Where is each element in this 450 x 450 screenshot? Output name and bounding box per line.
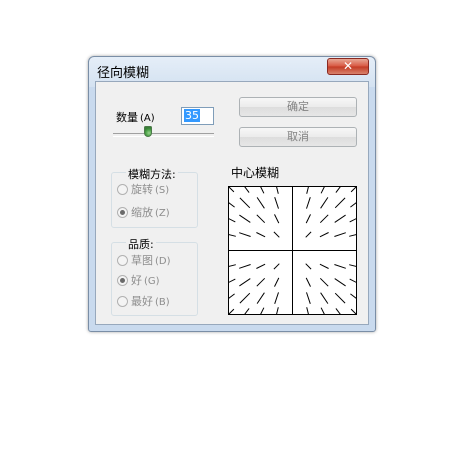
zoom-ray: [306, 180, 311, 194]
amount-value: 35: [184, 109, 200, 122]
amount-shortcut: (A): [140, 113, 155, 124]
zoom-ray: [256, 277, 266, 287]
radio-draft-button[interactable]: [117, 255, 128, 266]
zoom-ray: [239, 232, 251, 237]
zoom-ray: [306, 307, 311, 321]
ok-button[interactable]: 确定: [239, 97, 357, 117]
zoom-ray: [319, 263, 329, 269]
blur-method-group: 模糊方法: 旋转 (S) 缩放 (Z): [111, 166, 198, 228]
zoom-ray: [334, 214, 346, 223]
blur-center-preview[interactable]: [222, 180, 363, 321]
zoom-ray: [334, 197, 346, 209]
zoom-ray: [222, 278, 236, 286]
center-blur-label: 中心模糊: [231, 166, 280, 180]
zoom-ray: [320, 292, 329, 304]
zoom-ray: [274, 180, 279, 194]
zoom-ray: [305, 214, 311, 224]
amount-input[interactable]: 35: [181, 107, 214, 125]
zoom-ray: [256, 214, 266, 224]
amount-label-text: 数量: [116, 111, 138, 124]
zoom-ray: [222, 232, 236, 237]
quality-group: 品质: 草图 (D) 好 (G) 最好 (B): [111, 236, 198, 316]
zoom-ray: [274, 307, 279, 321]
zoom-ray: [256, 197, 265, 209]
zoom-ray: [334, 232, 346, 237]
zoom-ray: [305, 277, 311, 287]
zoom-ray: [239, 197, 251, 209]
zoom-ray: [334, 264, 346, 269]
amount-slider-track[interactable]: [113, 133, 214, 137]
zoom-ray: [239, 292, 251, 304]
zoom-ray: [349, 264, 363, 269]
zoom-ray: [223, 293, 235, 303]
close-button[interactable]: ✕: [327, 58, 369, 75]
radio-best-label: 最好 (B): [131, 295, 170, 308]
zoom-ray: [274, 292, 279, 304]
zoom-ray: [349, 278, 363, 286]
zoom-ray: [239, 264, 251, 269]
zoom-ray: [319, 214, 329, 224]
zoom-rays-graphic: [222, 180, 363, 321]
zoom-ray: [256, 232, 266, 238]
zoom-ray: [305, 231, 312, 238]
zoom-ray: [320, 180, 328, 194]
zoom-ray: [350, 308, 362, 320]
dialog-title: 径向模糊: [97, 66, 150, 81]
radio-good-label: 好 (G): [131, 274, 160, 287]
zoom-ray: [239, 214, 251, 223]
zoom-ray: [222, 215, 236, 223]
radio-best-button[interactable]: [117, 296, 128, 307]
zoom-ray: [273, 263, 280, 270]
zoom-ray: [335, 181, 345, 193]
zoom-ray: [334, 278, 346, 287]
zoom-ray: [273, 231, 280, 238]
radio-zoom-button[interactable]: [117, 207, 128, 218]
zoom-ray: [349, 232, 363, 237]
zoom-ray: [222, 264, 236, 269]
zoom-ray: [350, 293, 362, 303]
zoom-ray: [306, 292, 311, 304]
radio-good-button[interactable]: [117, 275, 128, 286]
amount-label: 数量 (A): [116, 109, 155, 125]
zoom-ray: [240, 308, 250, 320]
zoom-ray: [349, 215, 363, 223]
zoom-ray: [334, 292, 346, 304]
zoom-ray: [320, 197, 329, 209]
zoom-ray: [223, 198, 235, 208]
zoom-ray: [350, 198, 362, 208]
radio-draft-label: 草图 (D): [131, 254, 171, 267]
zoom-ray: [239, 278, 251, 287]
zoom-ray: [274, 277, 280, 287]
zoom-ray: [335, 308, 345, 320]
title-bar[interactable]: 径向模糊 ✕: [89, 57, 375, 82]
zoom-ray: [223, 308, 235, 320]
cancel-button[interactable]: 取消: [239, 127, 357, 147]
zoom-ray: [274, 197, 279, 209]
zoom-ray: [320, 307, 328, 321]
zoom-ray: [257, 180, 265, 194]
amount-slider-thumb[interactable]: [144, 126, 153, 137]
radio-spin-label: 旋转 (S): [131, 183, 170, 196]
radio-spin-button[interactable]: [117, 184, 128, 195]
zoom-ray: [306, 197, 311, 209]
zoom-ray: [350, 181, 362, 193]
zoom-ray: [256, 263, 266, 269]
radio-zoom-label: 缩放 (Z): [131, 206, 170, 219]
close-icon: ✕: [342, 59, 354, 73]
zoom-ray: [257, 307, 265, 321]
zoom-ray: [256, 292, 265, 304]
zoom-ray: [305, 263, 312, 270]
quality-title: 品质:: [126, 236, 156, 252]
blur-method-title: 模糊方法:: [126, 166, 178, 182]
zoom-ray: [319, 277, 329, 287]
zoom-ray: [240, 181, 250, 193]
zoom-ray: [223, 181, 235, 193]
zoom-ray: [319, 232, 329, 238]
zoom-ray: [274, 214, 280, 224]
